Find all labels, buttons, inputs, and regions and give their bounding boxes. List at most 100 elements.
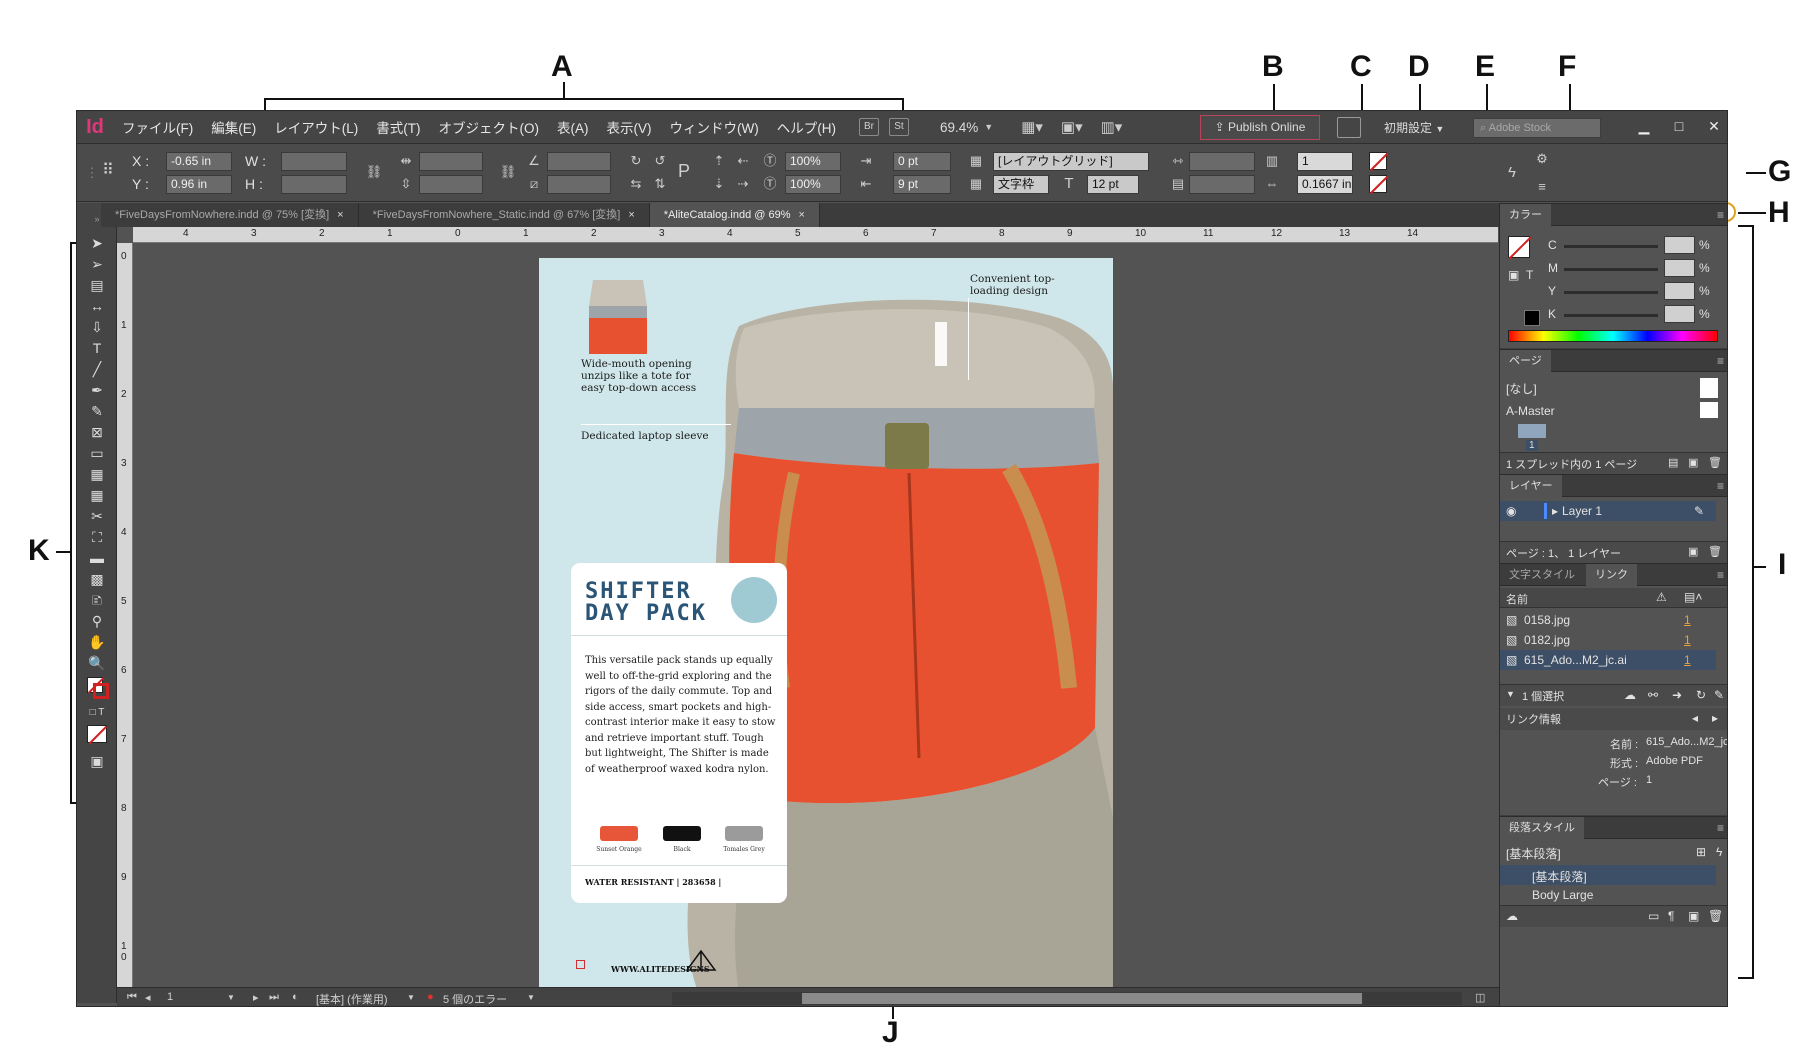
thumbnail-image[interactable] [581,276,655,354]
select-container-icon[interactable]: ⇡ [710,152,728,170]
previous-icon[interactable]: ◂ [1692,711,1698,725]
frame-type-select[interactable]: 文字枠 [993,175,1049,194]
type-tool-icon[interactable]: T [86,338,108,358]
preflight-profile[interactable]: [基本] (作業用) [316,991,388,1006]
tab-paragraph-styles[interactable]: 段落スタイル [1500,817,1584,839]
new-page-icon[interactable]: ▣ [1688,456,1698,469]
warning-icon[interactable]: ⚠ [1656,590,1667,604]
scale-x-text-field[interactable]: 100% [785,152,841,171]
close-icon[interactable]: ✕ [1697,115,1727,138]
new-page-icon[interactable]: ▤ [1668,456,1678,469]
link-page[interactable]: 1 [1684,613,1691,627]
layer-name[interactable]: Layer 1 [1562,504,1602,518]
stock-button[interactable]: St [888,118,909,136]
panel-menu-icon[interactable]: ≡ [1717,821,1724,835]
trash-icon[interactable]: 🗑 [1708,456,1722,469]
panel-menu-icon[interactable]: ≡ [1533,178,1551,196]
new-style-icon[interactable]: ▣ [1688,909,1699,923]
scale-y-percent-field[interactable] [419,175,483,194]
menu-file[interactable]: ファイル(F) [113,117,202,137]
spacing-field[interactable]: 9 pt [893,175,951,194]
share-icon[interactable] [1337,117,1361,138]
error-count[interactable]: 5 個のエラー [443,991,507,1006]
menu-table[interactable]: 表(A) [548,117,598,137]
menu-type[interactable]: 書式(T) [367,117,429,137]
new-layer-icon[interactable]: ▣ [1688,545,1698,558]
gear-icon[interactable]: ⚙ [1533,150,1551,168]
edit-original-icon[interactable]: ✎ [1714,688,1724,702]
tab-pages[interactable]: ページ [1500,350,1551,372]
gutter-field[interactable]: 0.1667 in [1297,175,1353,194]
next-page-icon[interactable]: ▸ [253,991,259,1004]
link-page[interactable]: 1 [1684,653,1691,667]
goto-link-icon[interactable]: ➜ [1672,688,1682,702]
new-style-icon[interactable]: ⊞ [1696,845,1706,859]
page-number[interactable]: 1 [1526,440,1538,451]
adobe-stock-search[interactable]: ⌕ Adobe Stock [1473,118,1601,138]
style-row[interactable]: Body Large [1500,885,1716,905]
update-link-icon[interactable]: ↻ [1696,688,1706,702]
maximize-icon[interactable]: □ [1662,115,1696,138]
tab-fivedays[interactable]: *FiveDaysFromNowhere.indd @ 75% [変換] × [101,203,359,227]
channel-y-slider[interactable] [1564,291,1658,294]
tab-links[interactable]: リンク [1586,564,1637,586]
publish-online-button[interactable]: ⇪ Publish Online [1200,115,1320,140]
constrain-scale-icon[interactable]: ⛓ [499,163,517,181]
note-tool-icon[interactable]: 🗈 [86,590,108,610]
columns-field[interactable]: 1 [1297,152,1353,171]
menu-layout[interactable]: レイアウト(L) [265,117,367,137]
flip-horizontal-icon[interactable]: ⇆ [627,175,645,193]
direct-selection-tool-icon[interactable]: ➢ [86,254,108,274]
page-tool-icon[interactable]: ▤ [86,275,108,295]
link-row[interactable]: ▧ 0182.jpg 1 [1500,630,1716,650]
select-content-icon[interactable]: ⇣ [710,175,728,193]
selection-tool-icon[interactable]: ➤ [86,233,108,253]
menu-help[interactable]: ヘルプ(H) [768,117,845,137]
layout-grid-select[interactable]: [レイアウトグリッド] [993,152,1149,171]
tab-color[interactable]: カラー [1500,204,1551,226]
screen-mode-icon[interactable]: ▣▾ [1061,118,1083,136]
stroke-none-swatch[interactable] [1369,175,1389,195]
trash-icon[interactable]: 🗑 [1708,545,1722,558]
link-row[interactable]: ▧ 0158.jpg 1 [1500,610,1716,630]
zoom-tool-icon[interactable]: 🔍 [86,653,108,673]
scale-x-percent-field[interactable] [419,152,483,171]
next-icon[interactable]: ▸ [1712,711,1718,725]
reference-point-icon[interactable]: ⠿ [99,162,117,180]
cloud-icon[interactable]: ☁ [1624,688,1636,702]
arrange-documents-icon[interactable]: ▥▾ [1101,118,1123,136]
flip-vertical-icon[interactable]: ⇅ [651,175,669,193]
rectangle-frame-tool-icon[interactable]: ⊠ [86,422,108,442]
scale-y-icon[interactable]: ⇳ [397,175,415,193]
split-window-icon[interactable]: ◫ [1475,991,1485,1004]
link-row-selected[interactable]: ▧ 615_Ado...M2_jc.ai 1 [1500,650,1716,670]
constrain-proportions-icon[interactable]: ⛓ [365,163,383,181]
trash-icon[interactable]: 🗑 [1708,909,1723,923]
rotate-angle-icon[interactable]: ∠ [525,152,543,170]
close-icon[interactable]: × [628,209,634,221]
page-thumbnail[interactable] [1700,402,1718,418]
bridge-button[interactable]: Br [858,118,879,136]
page-column-icon[interactable]: ▤˄ [1684,590,1702,604]
pasteboard[interactable]: Convenient top- loading design Wide-mout… [133,243,1498,987]
relink-icon[interactable]: ⚯ [1648,688,1658,702]
workspace-switcher[interactable]: 初期設定 ▼ [1384,119,1444,136]
text-frame-marker-icon[interactable] [576,960,585,969]
line-tool-icon[interactable]: ╱ [86,359,108,379]
pen-tool-icon[interactable]: ✒ [86,380,108,400]
color-spectrum[interactable] [1508,330,1718,342]
menu-object[interactable]: オブジェクト(O) [430,117,549,137]
eye-icon[interactable]: ◉ [1506,504,1516,518]
offset-field[interactable]: 0 pt [893,152,951,171]
black-swatch[interactable] [1524,310,1540,326]
quick-apply-icon[interactable]: ϟ [1503,164,1521,182]
fill-swatch-icon[interactable] [1508,236,1532,260]
formatting-container-icon[interactable]: □ T [86,703,108,723]
layer-row[interactable]: ◉ ▸ Layer 1 ✎ [1500,501,1716,521]
content-collector-icon[interactable]: ⇩ [86,317,108,337]
free-transform-tool-icon[interactable]: ⛶ [86,527,108,547]
tab-character-styles[interactable]: 文字スタイル [1500,564,1584,586]
scale-x-icon[interactable]: ⇹ [397,152,415,170]
chevron-down-icon[interactable]: ▼ [227,993,235,1002]
horizontal-ruler[interactable]: 4 3 2 1 0 1 2 3 4 5 6 7 8 9 10 11 12 13 14 [133,227,1498,243]
